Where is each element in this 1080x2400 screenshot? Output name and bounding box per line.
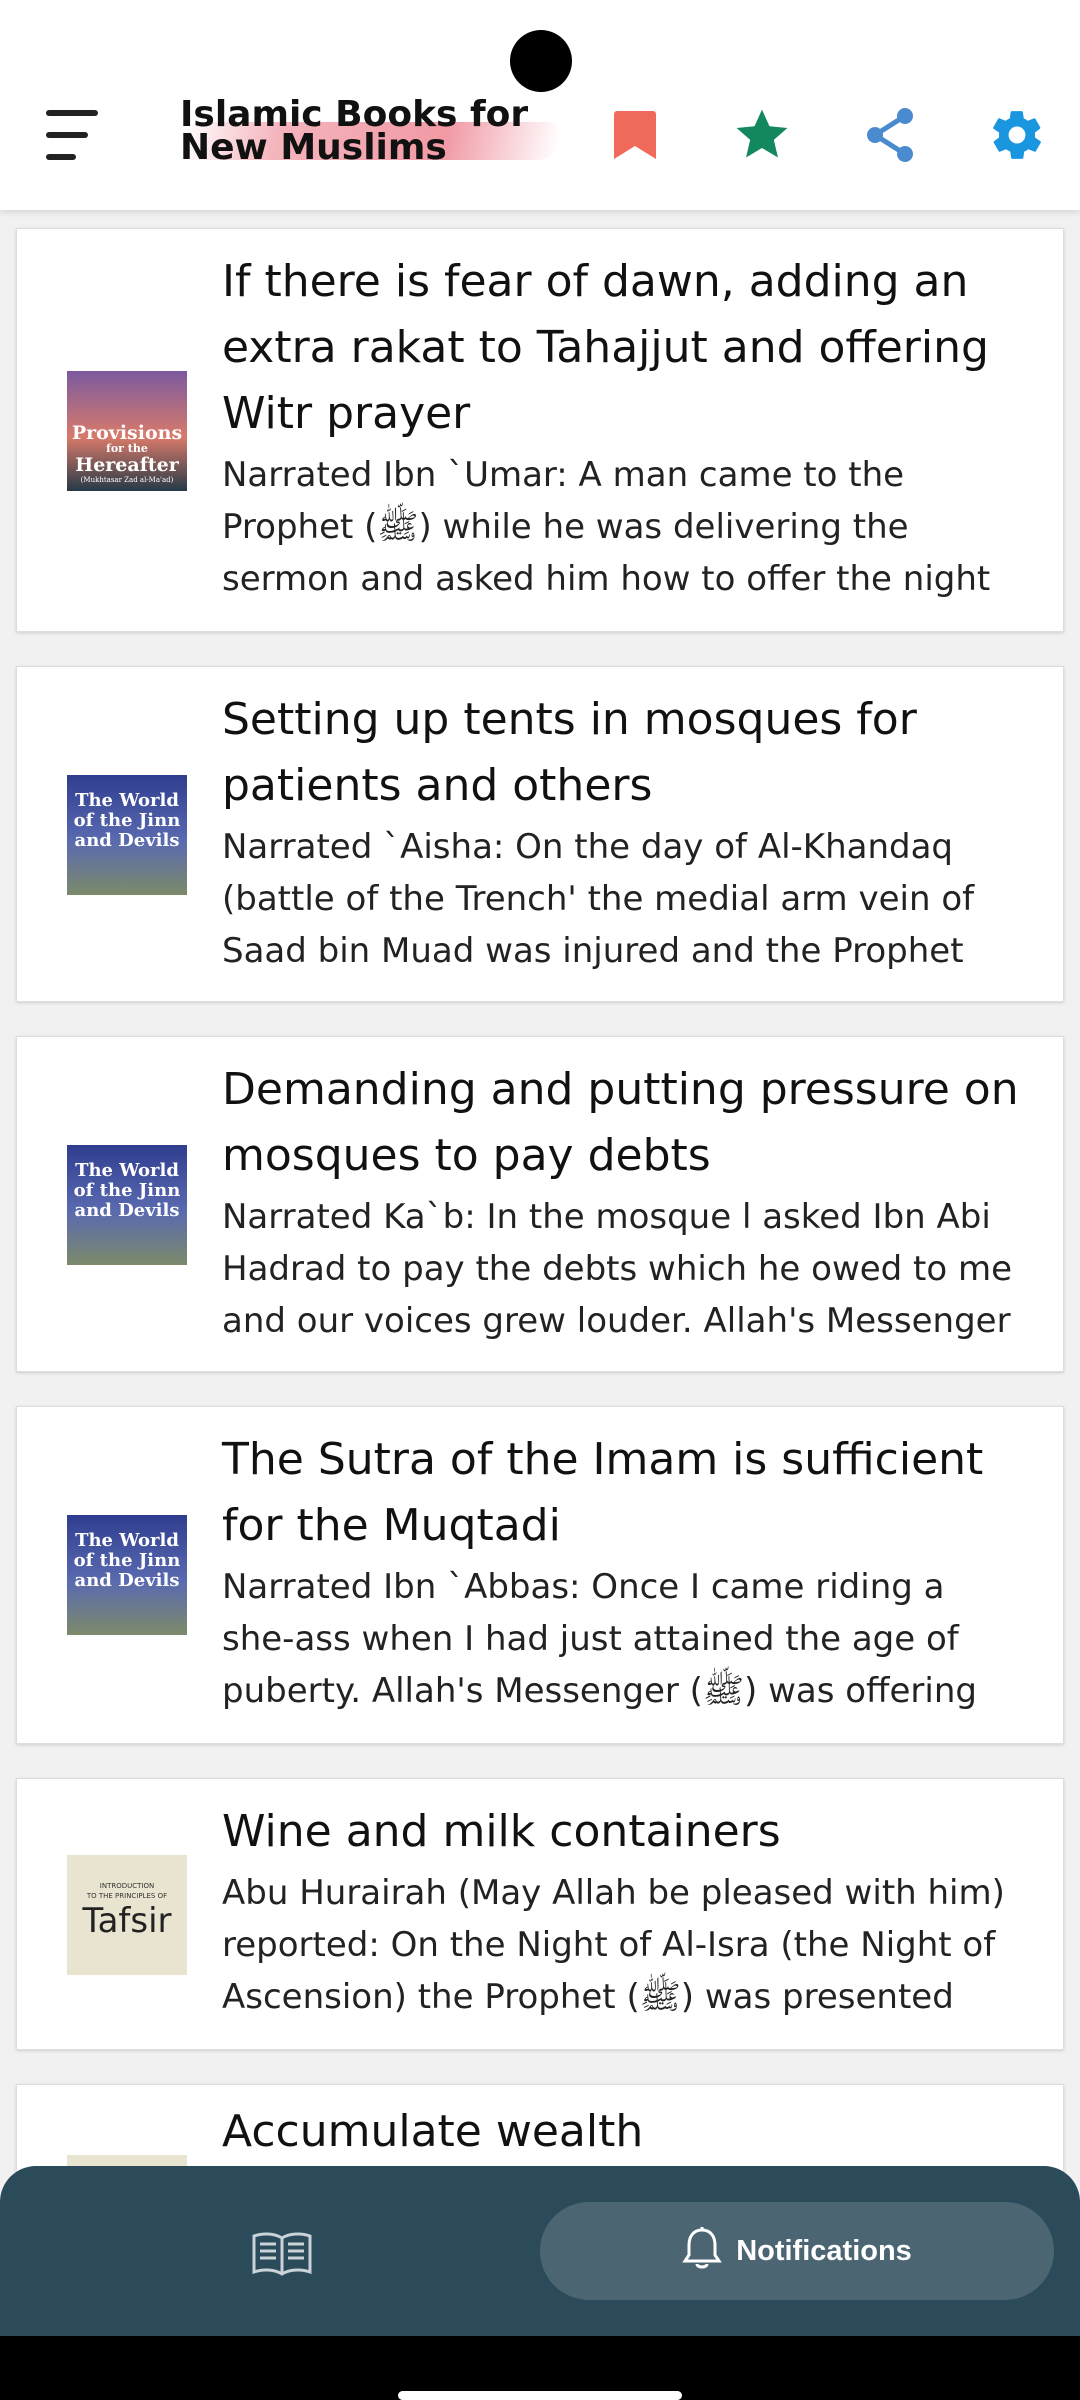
list-item[interactable]: Provisions for the Hereafter (Mukhtasar …: [16, 228, 1064, 632]
share-icon[interactable]: [855, 100, 925, 170]
book-cover-thumbnail: The World of the Jinn and Devils: [67, 1515, 187, 1635]
gear-icon[interactable]: [982, 100, 1052, 170]
book-cover-thumbnail: INTRODUCTION TO THE PRINCIPLES OF Tafsir: [67, 1855, 187, 1975]
item-title: Setting up tents in mosques for patients…: [222, 694, 917, 811]
bell-icon: [682, 2226, 722, 2276]
item-excerpt: Abu Hurairah (May Allah be pleased with …: [222, 1873, 1005, 2017]
list-item[interactable]: The World of the Jinn and Devils Setting…: [16, 666, 1064, 1002]
item-title: The Sutra of the Imam is sufficient for …: [222, 1434, 984, 1551]
item-excerpt: Narrated Ibn `Abbas: Once I came riding …: [222, 1567, 977, 1711]
article-list: Provisions for the Hereafter (Mukhtasar …: [16, 228, 1064, 2318]
list-item[interactable]: The World of the Jinn and Devils The Sut…: [16, 1406, 1064, 1744]
app-title: Islamic Books for New Muslims: [180, 94, 529, 168]
bookmark-icon[interactable]: [600, 100, 670, 170]
item-excerpt: Narrated `Aisha: On the day of Al-Khanda…: [222, 827, 975, 971]
screen: Islamic Books for New Muslims Provisions…: [0, 0, 1080, 2400]
home-gesture-handle[interactable]: [398, 2391, 682, 2400]
item-title: Accumulate wealth: [222, 2106, 644, 2157]
book-open-icon[interactable]: [250, 2230, 314, 2278]
notifications-button[interactable]: Notifications: [540, 2202, 1054, 2300]
item-title: Wine and milk containers: [222, 1806, 781, 1857]
star-icon[interactable]: [727, 100, 797, 170]
app-bar: Islamic Books for New Muslims: [0, 0, 1080, 210]
camera-cutout: [510, 30, 572, 92]
list-item[interactable]: The World of the Jinn and Devils Demandi…: [16, 1036, 1064, 1372]
book-cover-thumbnail: Provisions for the Hereafter (Mukhtasar …: [67, 371, 187, 491]
item-title: Demanding and putting pressure on mosque…: [222, 1064, 1019, 1181]
item-excerpt: Narrated Ibn `Umar: A man came to the Pr…: [222, 455, 991, 599]
app-logo: Islamic Books for New Muslims: [175, 94, 565, 178]
item-excerpt: Narrated Ka`b: In the mosque l asked Ibn…: [222, 1197, 1013, 1341]
list-item[interactable]: INTRODUCTION TO THE PRINCIPLES OF Tafsir…: [16, 1778, 1064, 2050]
item-title: If there is fear of dawn, adding an extr…: [222, 256, 989, 439]
bottom-navigation: Notifications: [0, 2166, 1080, 2336]
notifications-label: Notifications: [736, 2234, 912, 2267]
book-cover-thumbnail: The World of the Jinn and Devils: [67, 1145, 187, 1265]
menu-icon[interactable]: [40, 100, 110, 172]
book-cover-thumbnail: The World of the Jinn and Devils: [67, 775, 187, 895]
